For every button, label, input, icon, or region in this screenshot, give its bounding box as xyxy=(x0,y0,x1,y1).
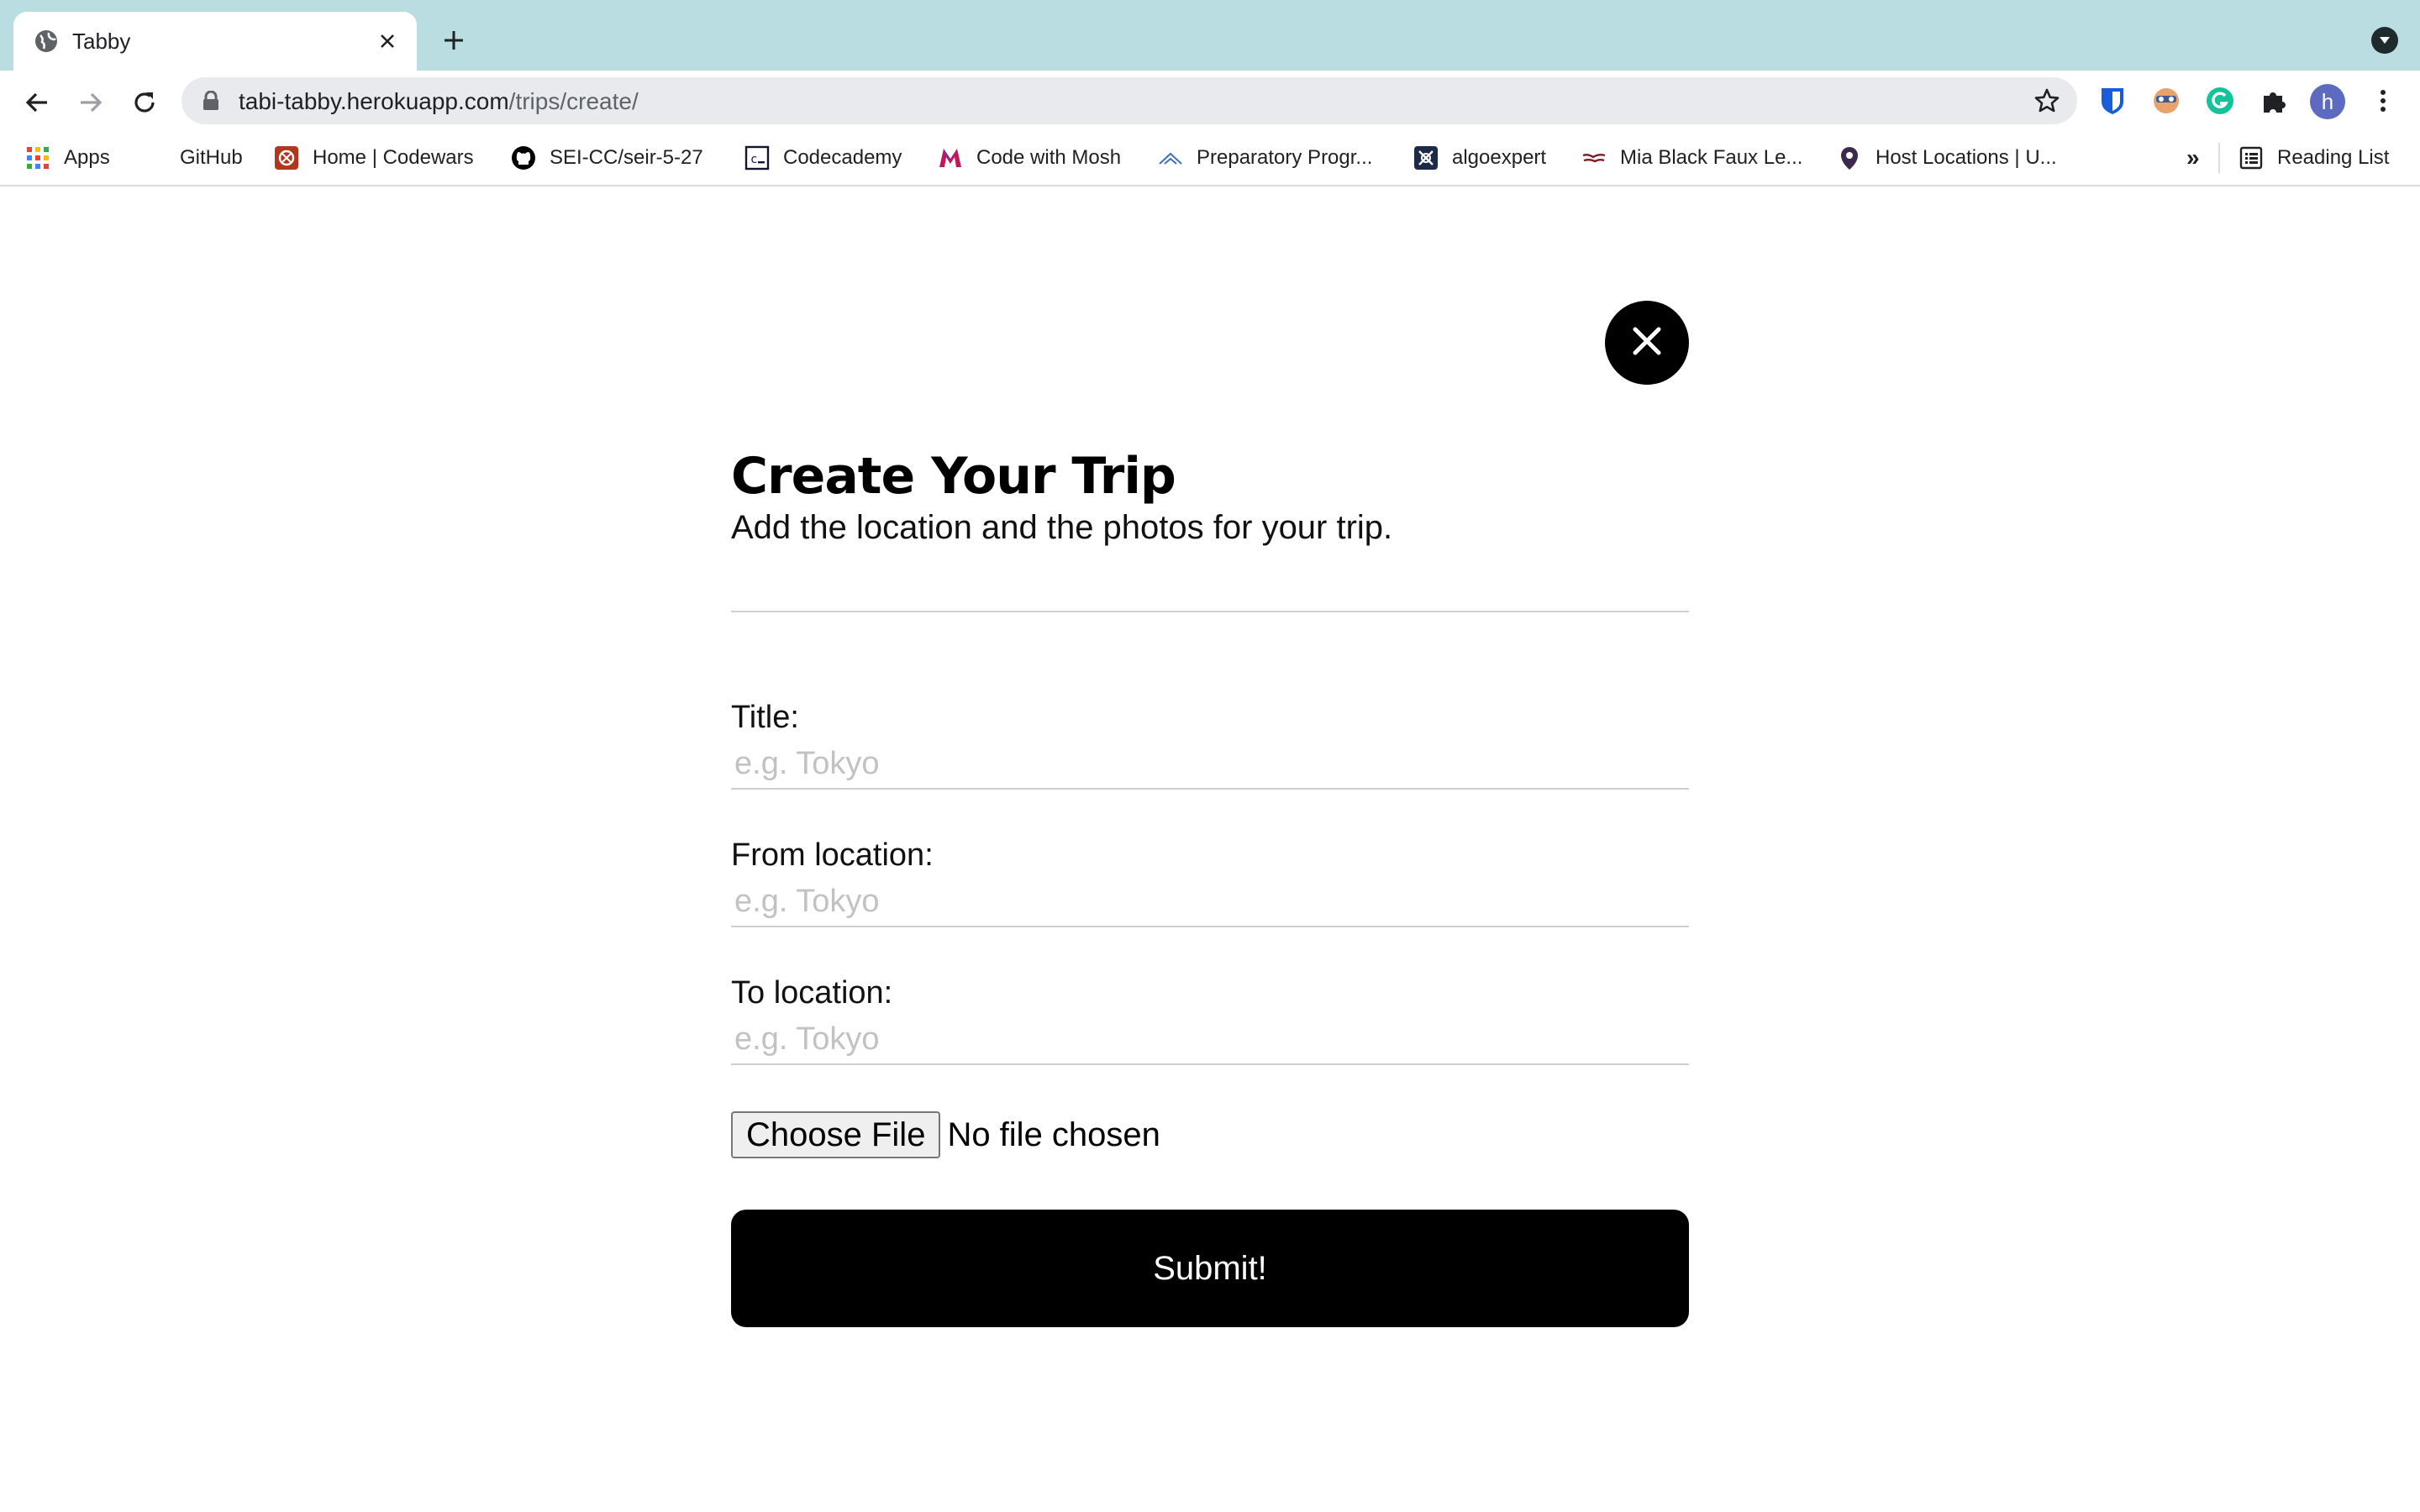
bookmark-host-locations[interactable]: Host Locations | U... xyxy=(1837,143,2057,173)
close-form-button[interactable] xyxy=(1605,301,1689,385)
url-path: /trips/create/ xyxy=(508,88,639,114)
tab-close-icon[interactable] xyxy=(373,27,402,55)
bookmark-label: Codecademy xyxy=(783,146,902,169)
file-status: No file chosen xyxy=(947,1116,1160,1153)
reload-icon[interactable] xyxy=(128,86,161,119)
bookmark-github[interactable]: GitHub xyxy=(141,143,243,173)
browser-toolbar: tabi-tabby.herokuapp.com/trips/create/ h xyxy=(0,71,2420,131)
to-location-label: To location: xyxy=(731,975,893,1011)
title-label: Title: xyxy=(731,700,799,735)
bookmark-seir[interactable]: SEI-CC/seir-5-27 xyxy=(511,143,703,173)
bookmark-label: Apps xyxy=(64,146,110,169)
back-icon[interactable] xyxy=(20,86,54,119)
globe-icon xyxy=(34,29,59,54)
page-title: Create Your Trip xyxy=(731,447,1176,506)
github-icon xyxy=(511,145,536,171)
header-divider xyxy=(731,611,1689,612)
reading-list-icon xyxy=(2238,145,2264,171)
bookmarks-overflow-button[interactable]: » xyxy=(2186,143,2200,173)
bookmarks-bar: Apps GitHub Home | Codewars SEI-CC/seir-… xyxy=(0,131,2420,186)
bookmark-label: SEI-CC/seir-5-27 xyxy=(550,146,703,169)
bookmark-label: Preparatory Progr... xyxy=(1197,146,1373,169)
extension-face-icon[interactable] xyxy=(2151,86,2181,116)
choose-file-button[interactable]: Choose File xyxy=(731,1111,941,1158)
github-icon xyxy=(141,145,166,171)
bookmark-label: GitHub xyxy=(180,146,243,169)
profile-initial: h xyxy=(2310,84,2345,119)
from-location-label: From location: xyxy=(731,837,934,873)
browser-tab[interactable]: Tabby xyxy=(13,12,417,71)
close-icon xyxy=(1632,326,1662,360)
file-upload: Choose File No file chosen xyxy=(731,1110,1160,1159)
tab-strip: Tabby xyxy=(0,0,2420,71)
store-icon xyxy=(1581,145,1607,171)
bookmark-star-icon[interactable] xyxy=(2033,87,2060,114)
url-domain: tabi-tabby.herokuapp.com xyxy=(239,88,509,114)
grammarly-icon[interactable] xyxy=(2205,86,2235,116)
bitwarden-icon[interactable] xyxy=(2097,86,2128,116)
reading-list-button[interactable]: Reading List xyxy=(2238,143,2389,173)
bookmark-preparatory[interactable]: Preparatory Progr... xyxy=(1158,143,1372,173)
codewars-icon xyxy=(274,145,299,171)
svg-text:c: c xyxy=(750,153,757,166)
bookmark-mia-black[interactable]: Mia Black Faux Le... xyxy=(1581,143,1802,173)
bookmark-label: Code with Mosh xyxy=(976,146,1122,169)
page-subtitle: Add the location and the photos for your… xyxy=(731,509,1393,546)
title-input[interactable] xyxy=(731,739,1689,790)
bookmark-label: Mia Black Faux Le... xyxy=(1620,146,1803,169)
submit-button[interactable]: Submit! xyxy=(731,1210,1689,1327)
bookmarks-separator xyxy=(2218,143,2220,173)
forward-icon[interactable] xyxy=(74,86,108,119)
bookmark-algoexpert[interactable]: algoexpert xyxy=(1413,143,1546,173)
algoexpert-icon xyxy=(1413,145,1439,171)
bookmark-codecademy[interactable]: c Codecademy xyxy=(744,143,902,173)
address-bar[interactable]: tabi-tabby.herokuapp.com/trips/create/ xyxy=(182,77,2077,124)
bookmark-apps[interactable]: Apps xyxy=(25,143,110,173)
codecademy-icon: c xyxy=(744,145,770,171)
url-text[interactable]: tabi-tabby.herokuapp.com/trips/create/ xyxy=(239,87,639,116)
reading-list-label: Reading List xyxy=(2277,146,2390,169)
more-menu-icon[interactable] xyxy=(2368,86,2398,116)
to-location-input[interactable] xyxy=(731,1015,1689,1065)
bookmark-codewars[interactable]: Home | Codewars xyxy=(274,143,474,173)
profile-avatar[interactable]: h xyxy=(2309,83,2346,120)
extensions-puzzle-icon[interactable] xyxy=(2259,86,2289,116)
location-pin-icon xyxy=(1837,145,1862,171)
preparatory-icon xyxy=(1158,145,1183,171)
from-location-input[interactable] xyxy=(731,877,1689,927)
new-tab-icon[interactable] xyxy=(439,25,469,55)
bookmark-label: Host Locations | U... xyxy=(1876,146,2057,169)
bookmark-label: Home | Codewars xyxy=(313,146,474,169)
tab-title: Tabby xyxy=(72,29,131,54)
bookmark-mosh[interactable]: Code with Mosh xyxy=(938,143,1121,173)
tab-search-icon[interactable] xyxy=(2371,27,2398,54)
mosh-icon xyxy=(938,145,963,171)
bookmark-label: algoexpert xyxy=(1452,146,1547,169)
lock-icon[interactable] xyxy=(202,90,220,111)
apps-grid-icon xyxy=(25,145,50,171)
